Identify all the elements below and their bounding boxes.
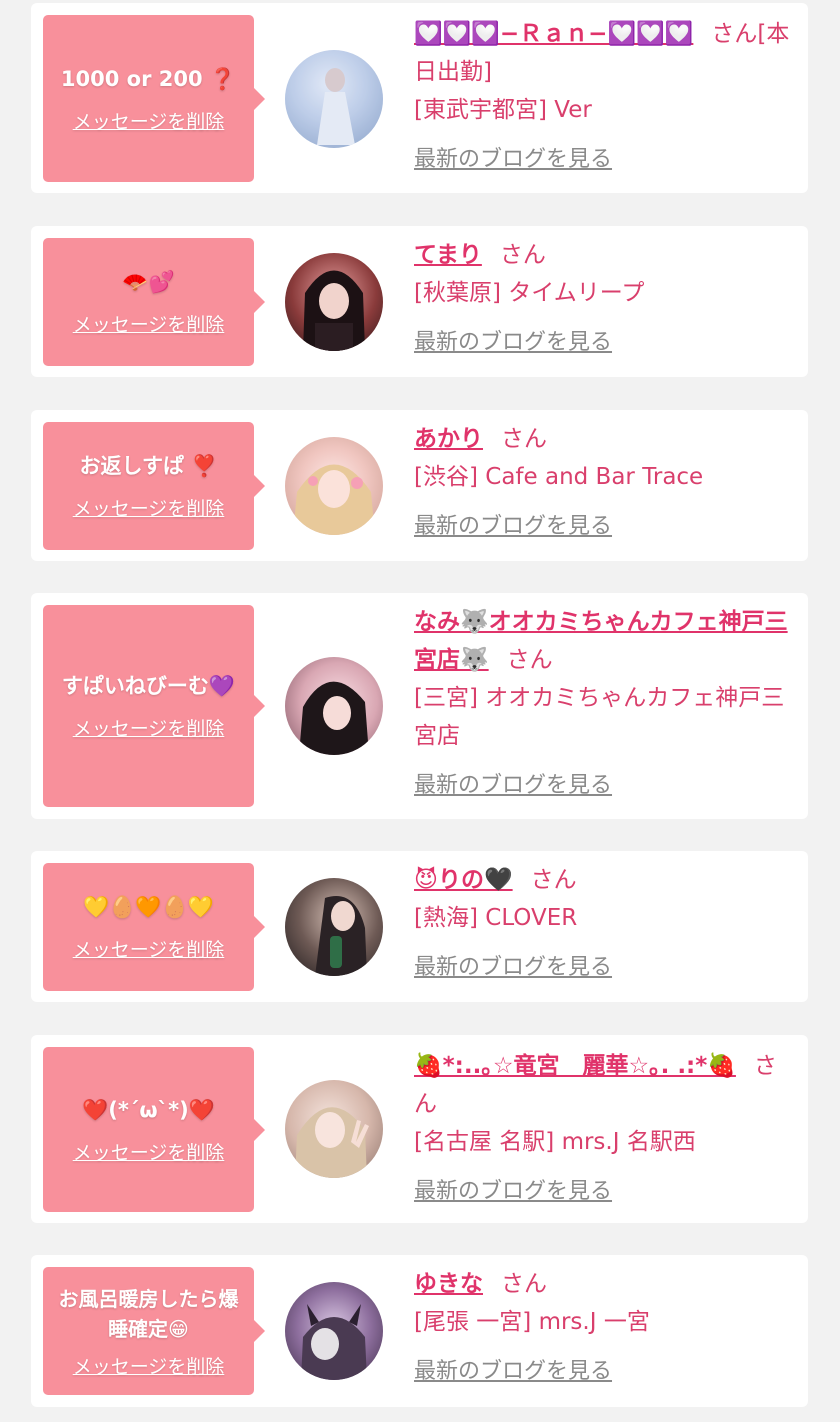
- message-bubble: ❤️(*´ω`*)❤️ メッセージを削除: [43, 1047, 265, 1212]
- cast-name-link[interactable]: 🍓*:..｡☆竜宮 麗華☆｡. .:*🍓: [414, 1053, 736, 1079]
- message-bubble: 💛🥚🧡🥚💛 メッセージを削除: [43, 863, 265, 991]
- shop-name: [秋葉原] タイムリープ: [414, 280, 645, 306]
- shop-name: [名古屋 名駅] mrs.J 名駅西: [414, 1129, 696, 1155]
- favorite-card: お返しすぱ ❣️ メッセージを削除 あかり さん [渋谷] Cafe and Ba…: [31, 410, 808, 561]
- honorific: さん: [499, 242, 546, 268]
- cast-name-link[interactable]: なみ🐺オオカミちゃんカフェ神戸三宮店🐺: [414, 609, 788, 673]
- message-bubble: 1000 or 200 ❓ メッセージを削除: [43, 15, 265, 182]
- view-blog-link[interactable]: 最新のブログを見る: [414, 508, 794, 546]
- delete-message-link[interactable]: メッセージを削除: [73, 714, 225, 741]
- cast-name-link[interactable]: てまり: [414, 242, 482, 268]
- cast-info: ゆきな さん [尾張 一宮] mrs.J 一宮 最新のブログを見る: [414, 1265, 794, 1391]
- avatar-photo-peace-sign: [295, 1107, 369, 1178]
- cast-info: 🍓*:..｡☆竜宮 麗華☆｡. .:*🍓 さん [名古屋 名駅] mrs.J 名駅…: [414, 1047, 794, 1211]
- avatar[interactable]: [285, 878, 383, 976]
- cast-name-link[interactable]: あかり: [414, 426, 483, 452]
- message-text: 1000 or 200 ❓: [60, 66, 237, 91]
- message-text: 💛🥚🧡🥚💛: [83, 895, 214, 919]
- message-text: お風呂暖房したら爆睡確定😁: [58, 1286, 239, 1341]
- view-blog-link[interactable]: 最新のブログを見る: [414, 949, 794, 987]
- avatar[interactable]: [285, 1282, 383, 1380]
- shop-name: [尾張 一宮] mrs.J 一宮: [414, 1309, 650, 1335]
- message-bubble: 🪭💕 メッセージを削除: [43, 238, 265, 366]
- message-bubble: お風呂暖房したら爆睡確定😁 メッセージを削除: [43, 1267, 265, 1395]
- favorite-card: 🪭💕 メッセージを削除 てまり さん [秋葉原] タイムリープ 最新のブログを見る: [31, 226, 808, 377]
- avatar-photo-white-dress: [285, 50, 383, 148]
- favorite-card: お風呂暖房したら爆睡確定😁 メッセージを削除 ゆきな さん [尾張 一宮] mrs…: [31, 1255, 808, 1407]
- avatar-photo-blonde-girl: [293, 464, 375, 535]
- avatar-photo-drink: [315, 896, 367, 976]
- message-text: すぱいねびーむ💜: [61, 674, 236, 698]
- view-blog-link[interactable]: 最新のブログを見る: [414, 324, 794, 362]
- shop-name: [熱海] CLOVER: [414, 905, 578, 931]
- favorite-card: すぱいねびーむ💜 メッセージを削除 なみ🐺オオカミちゃんカフェ神戸三宮店🐺 さん …: [31, 593, 808, 819]
- cast-name-link[interactable]: 💟💟💟−Ｒａｎ−💟💟💟: [414, 21, 693, 47]
- avatar-photo-gothic-girl: [303, 270, 365, 351]
- favorite-card: 💛🥚🧡🥚💛 メッセージを削除 😈りの🖤 さん [熱海] CLOVER 最新のブログ…: [31, 851, 808, 1002]
- delete-message-link[interactable]: メッセージを削除: [73, 310, 225, 337]
- shop-name: [渋谷] Cafe and Bar Trace: [414, 464, 704, 490]
- view-blog-link[interactable]: 最新のブログを見る: [414, 767, 794, 805]
- honorific: さん: [501, 426, 547, 452]
- message-text: ❤️(*´ω`*)❤️: [82, 1097, 215, 1122]
- cast-info: あかり さん [渋谷] Cafe and Bar Trace 最新のブログを見る: [414, 420, 794, 546]
- delete-message-link[interactable]: メッセージを削除: [73, 1138, 225, 1165]
- shop-name: [東武宇都宮] Ver: [414, 97, 592, 123]
- favorite-card: 1000 or 200 ❓ メッセージを削除 💟💟💟−Ｒａｎ−💟💟💟 さん[本日出…: [31, 3, 808, 193]
- cast-name-link[interactable]: ゆきな: [414, 1271, 483, 1297]
- honorific: さん: [501, 1271, 547, 1297]
- honorific: さん: [711, 21, 758, 47]
- view-blog-link[interactable]: 最新のブログを見る: [414, 1173, 794, 1211]
- avatar[interactable]: [285, 437, 383, 535]
- delete-message-link[interactable]: メッセージを削除: [73, 107, 225, 134]
- message-bubble: すぱいねびーむ💜 メッセージを削除: [43, 605, 265, 807]
- avatar-photo-black-hair: [299, 681, 369, 755]
- delete-message-link[interactable]: メッセージを削除: [73, 935, 225, 962]
- message-text: 🪭💕: [122, 270, 175, 294]
- cast-name-link[interactable]: 😈りの🖤: [414, 867, 513, 893]
- cast-info: 💟💟💟−Ｒａｎ−💟💟💟 さん[本日出勤] [東武宇都宮] Ver 最新のブログを見…: [414, 15, 794, 179]
- view-blog-link[interactable]: 最新のブログを見る: [414, 1353, 794, 1391]
- avatar[interactable]: [285, 50, 383, 148]
- honorific: さん: [506, 647, 553, 673]
- message-bubble: お返しすぱ ❣️ メッセージを削除: [43, 422, 265, 550]
- avatar[interactable]: [285, 1080, 383, 1178]
- avatar-photo-cat-ears: [301, 1304, 367, 1380]
- delete-message-link[interactable]: メッセージを削除: [73, 494, 225, 521]
- cast-info: てまり さん [秋葉原] タイムリープ 最新のブログを見る: [414, 236, 794, 362]
- cast-info: 😈りの🖤 さん [熱海] CLOVER 最新のブログを見る: [414, 861, 794, 987]
- delete-message-link[interactable]: メッセージを削除: [73, 1352, 225, 1379]
- avatar[interactable]: [285, 253, 383, 351]
- cast-info: なみ🐺オオカミちゃんカフェ神戸三宮店🐺 さん [三宮] オオカミちゃんカフェ神戸三…: [414, 603, 794, 805]
- message-text: お返しすぱ ❣️: [79, 454, 218, 478]
- honorific: さん: [530, 867, 577, 893]
- view-blog-link[interactable]: 最新のブログを見る: [414, 141, 794, 179]
- favorite-card: ❤️(*´ω`*)❤️ メッセージを削除 🍓*:..｡☆竜宮 麗華☆｡. .:*…: [31, 1035, 808, 1223]
- shop-name: [三宮] オオカミちゃんカフェ神戸三宮店: [414, 685, 785, 749]
- avatar[interactable]: [285, 657, 383, 755]
